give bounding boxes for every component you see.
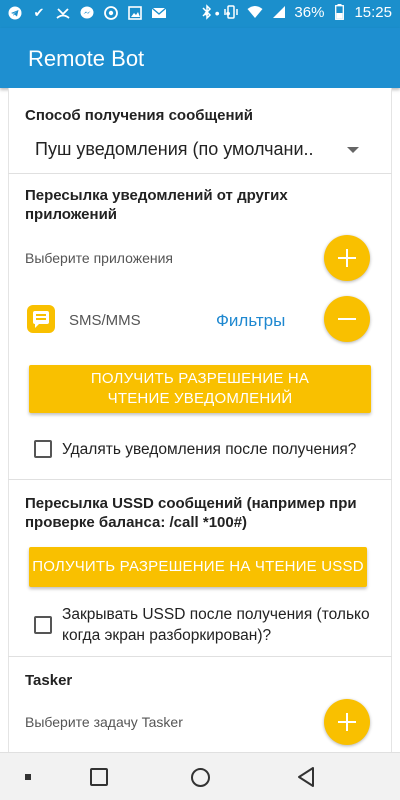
close-ussd-checkbox[interactable] bbox=[34, 616, 52, 634]
add-task-button[interactable] bbox=[324, 699, 370, 745]
receive-method-dropdown[interactable]: Пуш уведомления (по умолчани.. bbox=[35, 139, 365, 165]
tasker-title: Tasker bbox=[25, 672, 73, 689]
navigation-bar bbox=[0, 752, 400, 800]
mail-icon bbox=[150, 4, 168, 22]
dropdown-arrow-icon bbox=[347, 147, 359, 153]
app-title: Remote Bot bbox=[28, 46, 145, 71]
wifi-icon bbox=[246, 3, 264, 21]
check-icon: ✔ bbox=[33, 5, 45, 20]
minus-icon bbox=[338, 318, 356, 320]
missed-call-icon bbox=[54, 4, 72, 22]
choose-task-label: Выберите задачу Tasker bbox=[25, 714, 183, 730]
choose-apps-label: Выберите приложения bbox=[25, 250, 174, 266]
image-icon bbox=[126, 4, 144, 22]
receive-method-title: Способ получения сообщений bbox=[25, 107, 254, 124]
home-button[interactable] bbox=[191, 768, 210, 787]
recents-button[interactable] bbox=[90, 768, 108, 786]
receive-method-value: Пуш уведомления (по умолчани.. bbox=[35, 139, 314, 159]
divider bbox=[8, 479, 392, 480]
remove-app-button[interactable] bbox=[324, 296, 370, 342]
close-ussd-label: Закрывать USSD после получения (только к… bbox=[62, 606, 370, 644]
add-app-button[interactable] bbox=[324, 235, 370, 281]
ussd-title: Пересылка USSD сообщений (например при п… bbox=[25, 495, 357, 531]
system-indicators: 36% 15:25 bbox=[198, 3, 392, 21]
divider bbox=[8, 656, 392, 657]
app-bar: Remote Bot bbox=[0, 28, 400, 88]
notification-icons: ✔ bbox=[6, 4, 168, 22]
back-button[interactable] bbox=[296, 766, 316, 788]
signal-icon bbox=[270, 3, 288, 21]
bluetooth-icon bbox=[198, 3, 216, 21]
delete-notifications-label: Удалять уведомления после получения? bbox=[62, 441, 357, 458]
battery-percent: 36% bbox=[294, 3, 325, 21]
telegram-icon bbox=[6, 4, 24, 22]
clock: 15:25 bbox=[354, 3, 392, 21]
app-icon bbox=[102, 4, 120, 22]
vibrate-icon bbox=[222, 3, 240, 21]
ussd-permission-button[interactable]: ПОЛУЧИТЬ РАЗРЕШЕНИЕ НА ЧТЕНИЕ USSD bbox=[29, 547, 367, 587]
nav-dot-icon bbox=[25, 774, 31, 780]
status-bar: ✔ • • • 36% 15:25 bbox=[0, 0, 400, 28]
forward-notifications-title: Пересылка уведомлений от других приложен… bbox=[25, 187, 288, 223]
sms-app-icon bbox=[27, 305, 55, 333]
filters-link[interactable]: Фильтры bbox=[216, 311, 285, 331]
app-name: SMS/MMS bbox=[69, 312, 141, 329]
notification-permission-button[interactable]: ПОЛУЧИТЬ РАЗРЕШЕНИЕ НА ЧТЕНИЕ УВЕДОМЛЕНИ… bbox=[29, 365, 371, 413]
delete-notifications-checkbox[interactable] bbox=[34, 440, 52, 458]
divider bbox=[8, 173, 392, 174]
battery-icon bbox=[330, 3, 348, 21]
messenger-icon bbox=[78, 4, 96, 22]
